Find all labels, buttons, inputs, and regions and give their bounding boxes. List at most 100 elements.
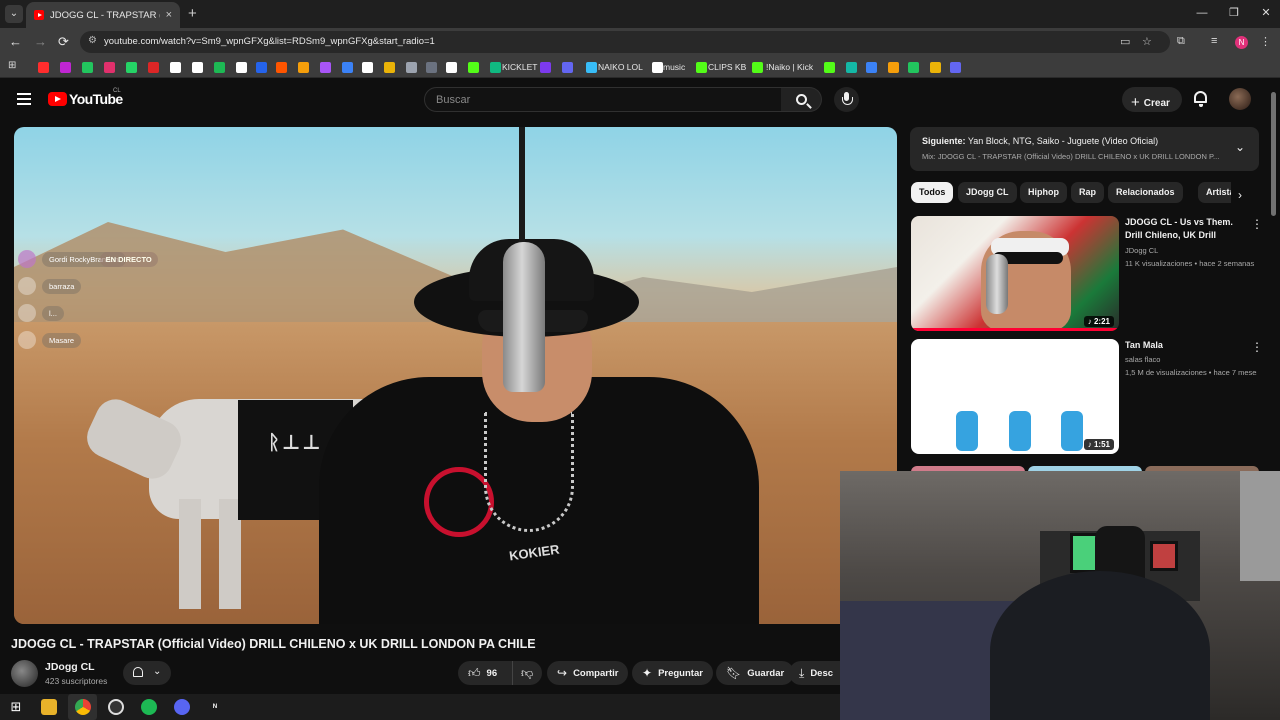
bookmark-clips-kb[interactable]: CLIPS KB [708, 62, 746, 72]
bookmark-kicklet[interactable]: KICKLET [502, 62, 537, 72]
bookmark-favicon-icon[interactable] [256, 62, 267, 73]
rec-channel-name[interactable]: JDogg CL [1125, 246, 1158, 255]
save-button[interactable]: 🔖︎ Guardar [716, 661, 795, 685]
bookmark-favicon-icon[interactable] [696, 62, 707, 73]
extensions-icon[interactable]: ⧉ [1177, 35, 1185, 48]
youtube-logo-icon[interactable] [48, 92, 67, 106]
chrome-icon[interactable] [75, 699, 91, 715]
chip-hiphop[interactable]: Hiphop [1020, 182, 1067, 203]
spotify-icon[interactable] [141, 699, 157, 715]
tab-close-icon[interactable]: × [166, 9, 172, 21]
bookmark-favicon-icon[interactable] [126, 62, 137, 73]
naiko-app-icon[interactable]: ᴺ [207, 699, 223, 715]
chip-artistas[interactable]: Artistas [1198, 182, 1231, 203]
chevron-right-icon[interactable]: › [1238, 188, 1242, 202]
bookmark-favicon-icon[interactable] [908, 62, 919, 73]
chip-jdogg[interactable]: JDogg CL [958, 182, 1017, 203]
obs-icon[interactable] [108, 699, 124, 715]
bookmark-naiko-lol[interactable]: NAIKO LOL [598, 62, 643, 72]
bookmark-music[interactable]: music [663, 62, 685, 72]
search-button[interactable] [781, 87, 822, 112]
menu-icon[interactable] [17, 93, 31, 105]
windows-start-icon[interactable]: ⊞ [8, 699, 24, 715]
bookmark-favicon-icon[interactable] [824, 62, 835, 73]
bookmark-favicon-icon[interactable] [888, 62, 899, 73]
chrome-menu-icon[interactable]: ⋮ [1260, 35, 1271, 48]
bookmark-star-icon[interactable]: ☆ [1142, 35, 1152, 48]
bookmark-favicon-icon[interactable] [950, 62, 961, 73]
more-actions-icon[interactable]: ⋮ [1251, 217, 1263, 231]
bookmark-favicon-icon[interactable] [652, 62, 663, 73]
voice-search-icon[interactable] [834, 87, 859, 112]
chip-relacionados[interactable]: Relacionados [1108, 182, 1183, 203]
more-actions-icon[interactable]: ⋮ [1251, 340, 1263, 354]
bookmark-favicon-icon[interactable] [930, 62, 941, 73]
channel-avatar[interactable] [11, 660, 38, 687]
rec-channel-name[interactable]: salas flaco [1125, 355, 1160, 364]
bookmark-naiko-kick[interactable]: !Naiko | Kick [766, 62, 813, 72]
forward-button[interactable]: → [34, 34, 47, 49]
share-button[interactable]: ↪ Compartir [547, 661, 629, 685]
bookmark-favicon-icon[interactable] [752, 62, 763, 73]
bookmark-favicon-icon[interactable] [384, 62, 395, 73]
rec-video-title[interactable]: Tan Mala [1125, 339, 1245, 352]
tab-youtube[interactable]: JDOGG CL - TRAPSTAR (Official × [26, 2, 180, 28]
bookmark-favicon-icon[interactable] [60, 62, 71, 73]
bookmark-favicon-icon[interactable] [846, 62, 857, 73]
chevron-down-icon[interactable]: ⌄ [1235, 140, 1245, 154]
bookmark-favicon-icon[interactable] [104, 62, 115, 73]
chip-rap[interactable]: Rap [1071, 182, 1105, 203]
bookmark-favicon-icon[interactable] [214, 62, 225, 73]
create-button[interactable]: + Crear [1122, 87, 1182, 112]
like-button[interactable]: 👍︎ 96 [458, 661, 512, 685]
discord-icon[interactable] [174, 699, 190, 715]
new-tab-button[interactable]: + [188, 5, 197, 22]
bookmark-favicon-icon[interactable] [362, 62, 373, 73]
search-input[interactable]: Buscar [424, 87, 782, 112]
address-bar[interactable]: ⚙ youtube.com/watch?v=Sm9_wpnGFXg&list=R… [80, 31, 1170, 53]
bookmark-favicon-icon[interactable] [540, 62, 551, 73]
minimize-button[interactable]: — [1186, 0, 1218, 28]
back-button[interactable]: ← [9, 34, 22, 49]
bookmark-favicon-icon[interactable] [38, 62, 49, 73]
apps-grid-icon[interactable]: ⊞ [8, 60, 19, 71]
bookmark-favicon-icon[interactable] [276, 62, 287, 73]
bookmark-favicon-icon[interactable] [866, 62, 877, 73]
bookmark-favicon-icon[interactable] [320, 62, 331, 73]
bookmark-favicon-icon[interactable] [468, 62, 479, 73]
maximize-button[interactable]: ❐ [1218, 0, 1250, 28]
bookmark-favicon-icon[interactable] [236, 62, 247, 73]
account-avatar[interactable] [1229, 88, 1251, 110]
bookmark-favicon-icon[interactable] [192, 62, 203, 73]
bookmark-favicon-icon[interactable] [342, 62, 353, 73]
tab-search-icon[interactable]: ⌄ [5, 5, 23, 23]
bookmark-favicon-icon[interactable] [426, 62, 437, 73]
ask-button[interactable]: ✦ Preguntar [632, 661, 713, 685]
bookmark-favicon-icon[interactable] [586, 62, 597, 73]
bookmark-favicon-icon[interactable] [562, 62, 573, 73]
bookmark-favicon-icon[interactable] [490, 62, 501, 73]
chip-todos[interactable]: Todos [911, 182, 954, 203]
url-text[interactable]: youtube.com/watch?v=Sm9_wpnGFXg&list=RDS… [104, 36, 435, 47]
page-scrollbar[interactable] [1271, 92, 1276, 216]
cast-icon[interactable]: ▭ [1120, 35, 1130, 48]
dislike-button[interactable]: 👎︎ [512, 661, 542, 685]
site-info-icon[interactable]: ⚙ [88, 35, 97, 46]
video-player[interactable]: ᚱ⊥⊥ KOKIER [14, 127, 897, 624]
bookmark-favicon-icon[interactable] [148, 62, 159, 73]
bookmark-favicon-icon[interactable] [170, 62, 181, 73]
media-controls-icon[interactable]: ≡ [1211, 35, 1217, 47]
notifications-icon[interactable] [1194, 91, 1207, 107]
reload-button[interactable]: ⟳ [58, 34, 69, 50]
close-window-button[interactable]: ✕ [1250, 0, 1280, 28]
up-next-panel[interactable]: Siguiente: Yan Block, NTG, Saiko - Jugue… [910, 127, 1259, 171]
file-explorer-icon[interactable] [41, 699, 57, 715]
video-thumbnail[interactable]: ♪ 2:21 [911, 216, 1119, 331]
video-thumbnail[interactable]: ♪ 1:51 [911, 339, 1119, 454]
bookmark-favicon-icon[interactable] [406, 62, 417, 73]
rec-video-title[interactable]: JDOGG CL - Us vs Them. Drill Chileno, UK… [1125, 216, 1245, 242]
channel-name[interactable]: JDogg CL [45, 661, 95, 673]
bookmark-favicon-icon[interactable] [446, 62, 457, 73]
profile-avatar[interactable]: N [1235, 36, 1248, 49]
bookmark-favicon-icon[interactable] [298, 62, 309, 73]
